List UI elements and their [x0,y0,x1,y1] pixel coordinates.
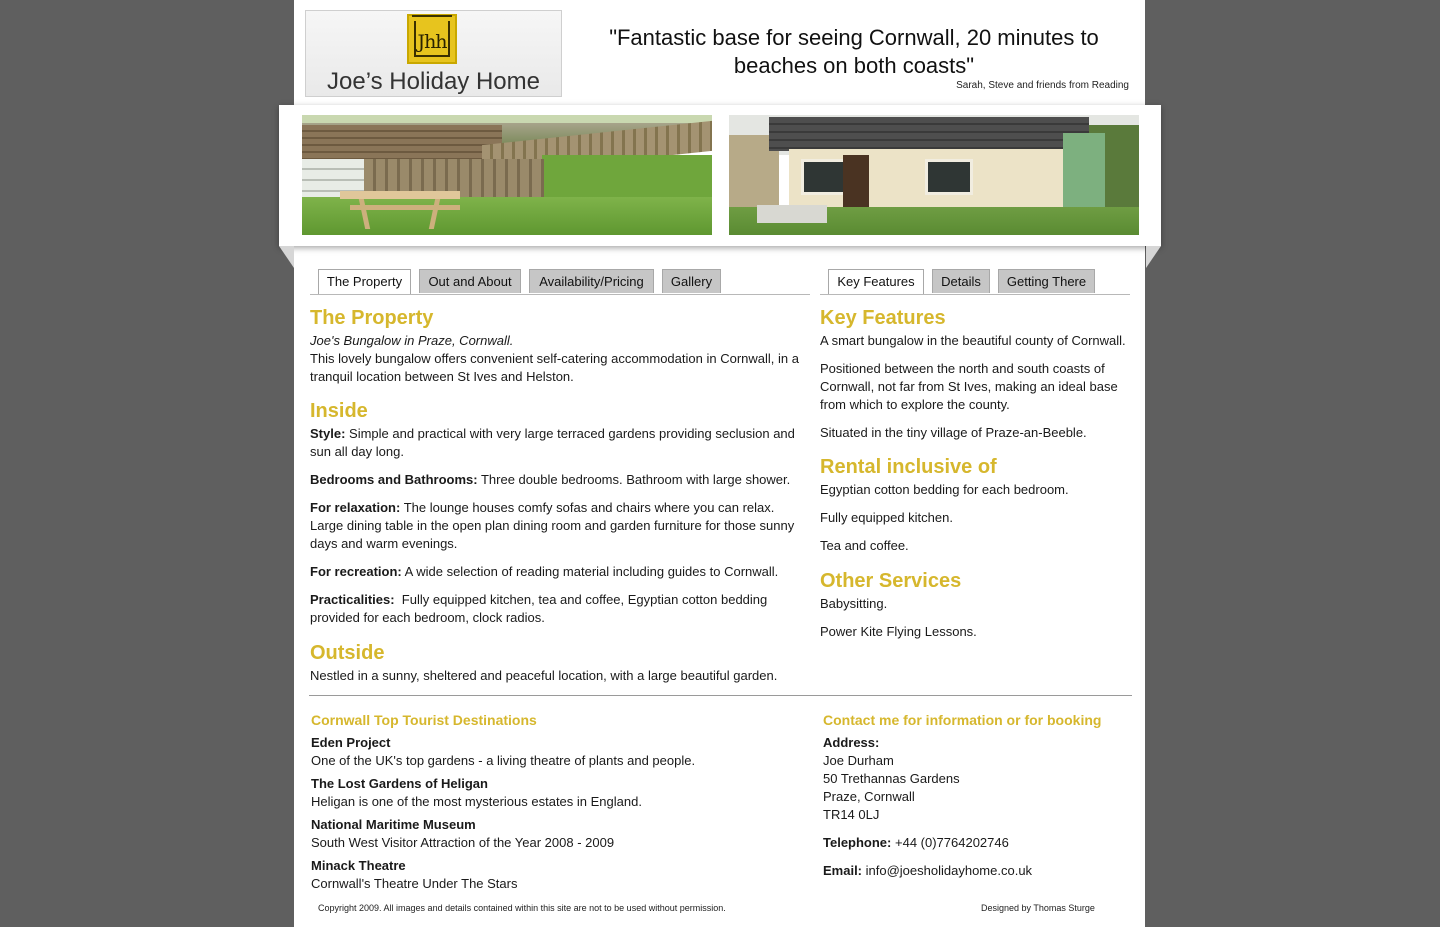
rental-heading: Rental inclusive of [820,456,997,478]
section-divider [309,695,1132,696]
rental-item-3: Tea and coffee. [820,538,909,553]
inside-style: Style: Simple and practical with very la… [310,426,795,459]
quote-attribution: Sarah, Steve and friends from Reading [956,80,1129,91]
designer-credit[interactable]: Designed by Thomas Sturge [981,903,1095,913]
logo-text: Joe’s Holiday Home [327,68,540,95]
house-logo-icon: Jhh [407,14,457,64]
property-tabs: The Property Out and About Availability/… [310,268,810,295]
destination-name-minack[interactable]: Minack Theatre [311,857,406,875]
contact-heading: Contact me for information or for bookin… [823,712,1102,728]
banner-fold-left [279,246,294,268]
destination-desc-heligan: Heligan is one of the most mysterious es… [311,794,642,809]
bungalow-photo[interactable] [729,115,1139,235]
destination-desc-maritime: South West Visitor Attraction of the Yea… [311,835,615,850]
tab-availability-pricing[interactable]: Availability/Pricing [529,269,654,293]
feature-para-1: A smart bungalow in the beautiful county… [820,333,1126,348]
email: Email: info@joesholidayhome.co.uk [823,863,1033,878]
property-subtitle: Joe's Bungalow in Praze, Cornwall. [310,333,514,348]
email-link[interactable]: info@joesholidayhome.co.uk [866,863,1032,878]
destination-name-maritime[interactable]: National Maritime Museum [311,816,476,834]
rental-item-2: Fully equipped kitchen. [820,510,953,525]
property-intro: This lovely bungalow offers convenient s… [310,351,799,384]
address-label: Address: [823,735,880,750]
copyright-text: Copyright 2009. All images and details c… [318,903,726,913]
destinations-heading: Cornwall Top Tourist Destinations [311,712,537,728]
telephone-number[interactable]: +44 (0)7764202746 [895,835,1009,850]
tab-details[interactable]: Details [932,269,990,293]
key-features-heading: Key Features [820,307,946,329]
outside-heading: Outside [310,642,385,664]
photo-banner [279,105,1161,246]
destination-name-heligan[interactable]: The Lost Gardens of Heligan [311,775,488,793]
property-heading: The Property [310,307,434,329]
feature-para-3: Situated in the tiny village of Praze-an… [820,425,1087,440]
rental-item-1: Egyptian cotton bedding for each bedroom… [820,482,1069,497]
address-line-2: 50 Trethannas Gardens [823,771,960,786]
inside-bedrooms: Bedrooms and Bathrooms: Three double bed… [310,472,791,487]
destination-name-eden[interactable]: Eden Project [311,734,390,752]
banner-fold-right [1146,246,1161,268]
tab-the-property[interactable]: The Property [318,269,411,294]
features-tabs: Key Features Details Getting There [820,268,1130,295]
telephone: Telephone: +44 (0)7764202746 [823,835,1009,850]
inside-recreation: For recreation: A wide selection of read… [310,564,779,579]
service-item-2: Power Kite Flying Lessons. [820,624,977,639]
testimonial-quote: "Fantastic base for seeing Cornwall, 20 … [594,24,1114,80]
quote-line-2: beaches on both coasts" [733,53,975,78]
tab-key-features[interactable]: Key Features [828,269,924,294]
tab-getting-there[interactable]: Getting There [998,269,1095,293]
inside-heading: Inside [310,400,368,422]
tab-gallery[interactable]: Gallery [662,269,721,293]
address-line-3: Praze, Cornwall [823,789,915,804]
tab-out-and-about[interactable]: Out and About [419,269,521,293]
services-heading: Other Services [820,570,962,592]
garden-photo[interactable] [302,115,712,235]
destination-desc-eden: One of the UK's top gardens - a living t… [311,753,696,768]
inside-practicalities: Practicalities: Fully equipped kitchen, … [310,592,768,625]
inside-relaxation: For relaxation: The lounge houses comfy … [310,500,795,551]
destination-desc-minack: Cornwall's Theatre Under The Stars [311,876,518,891]
address-line-4: TR14 0LJ [823,807,880,822]
outside-text: Nestled in a sunny, sheltered and peacef… [310,668,778,683]
feature-para-2: Positioned between the north and south c… [820,361,1118,412]
quote-line-1: "Fantastic base for seeing Cornwall, 20 … [609,25,1099,50]
site-logo[interactable]: Jhh Joe’s Holiday Home [305,10,562,97]
address-line-1: Joe Durham [823,753,894,768]
service-item-1: Babysitting. [820,596,888,611]
